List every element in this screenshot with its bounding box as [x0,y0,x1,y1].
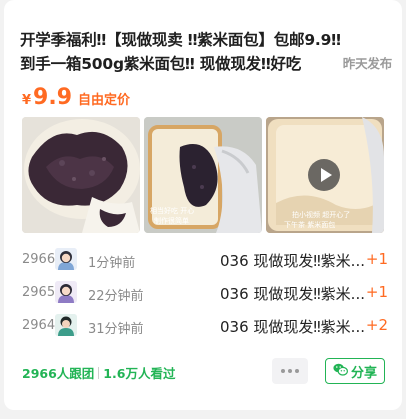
more-dots-icon [281,369,285,373]
price-value: 9.9 [33,85,73,110]
avatar-girl-icon [55,248,77,270]
activity-list: 2966 1分钟前 036 现做现发‼紫米... +1 2965 22分钟前 0… [22,246,388,345]
time-ago: 1分钟前 [88,256,136,271]
image-gallery: 相当好吃 开心 制作很简单 拍小视频 超开心了 下午茶 紫米面包 [22,117,384,233]
time-ago: 22分钟前 [88,289,144,304]
avatar-girl-purple-icon [55,281,77,303]
post-title[interactable]: 开学季福利‼【现做现卖 ‼紫米面包】包邮9.9‼ 到手一箱500g紫米面包‼ 现… [20,28,392,76]
list-item[interactable]: 2965 22分钟前 036 现做现发‼紫米... +1 [22,279,388,312]
svg-text:拍小视频 超开心了: 拍小视频 超开心了 [292,210,350,219]
product-video-thumb[interactable]: 拍小视频 超开心了 下午茶 紫米面包 [266,117,384,233]
group-stats: 2966人跟团 1.6万人看过 [22,363,175,382]
followers-count: 2966人跟团 [22,366,95,381]
wechat-icon [333,363,348,380]
order-number: 2965 [22,285,56,300]
group-buy-card[interactable]: 开学季福利‼【现做现卖 ‼紫米面包】包邮9.9‼ 到手一箱500g紫米面包‼ 现… [4,0,402,410]
list-item[interactable]: 2964 31分钟前 036 现做现发‼紫米... +2 [22,312,388,345]
product-image-2[interactable]: 相当好吃 开心 制作很简单 [144,117,262,233]
product-image-1[interactable] [22,117,140,233]
order-message: 036 现做现发‼紫米... [220,252,365,270]
publish-time-tag: 昨天发布 [324,52,392,76]
views-count: 1.6万人看过 [103,366,176,381]
share-button[interactable]: 分享 [325,358,385,384]
share-label: 分享 [350,365,377,381]
price: ¥ 9.9 自由定价 [22,85,130,110]
avatar-boy-icon [55,314,77,336]
price-currency: ¥ [22,93,32,108]
more-button[interactable] [272,358,308,384]
order-number: 2966 [22,252,56,267]
order-message: 036 现做现发‼紫米... [220,318,365,336]
play-icon[interactable] [308,159,340,191]
order-number: 2964 [22,318,56,333]
order-count: +1 [365,250,388,268]
list-item[interactable]: 2966 1分钟前 036 现做现发‼紫米... +1 [22,246,388,279]
order-message: 036 现做现发‼紫米... [220,285,365,303]
svg-text:相当好吃 开心: 相当好吃 开心 [150,206,194,215]
time-ago: 31分钟前 [88,322,144,337]
order-count: +2 [365,316,388,334]
divider [98,366,100,379]
order-count: +1 [365,283,388,301]
price-desc: 自由定价 [78,93,131,108]
svg-text:制作很简单: 制作很简单 [154,216,189,225]
card-footer: 2966人跟团 1.6万人看过 分享 [22,358,388,386]
title-line-2: 到手一箱500g紫米面包‼ 现做现发‼好吃 [20,55,302,73]
svg-text:下午茶 紫米面包: 下午茶 紫米面包 [284,220,335,229]
title-line-1: 开学季福利‼【现做现卖 ‼紫米面包】包邮9.9‼ [20,31,341,49]
